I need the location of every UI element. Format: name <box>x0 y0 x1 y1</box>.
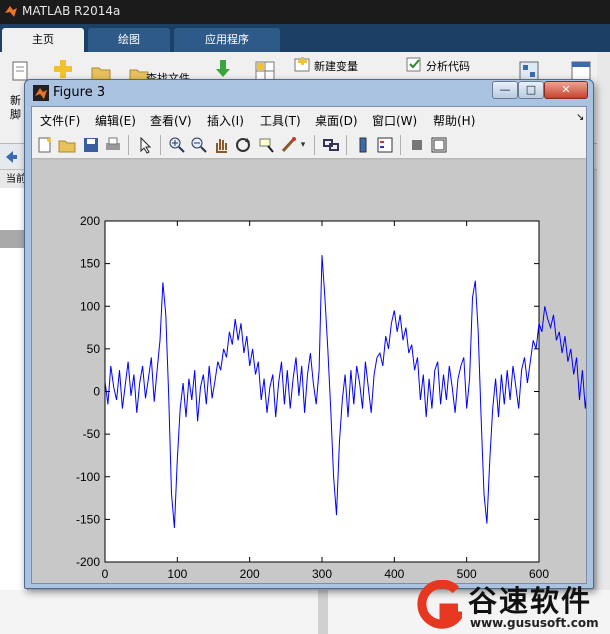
y-tick-label: -150 <box>76 512 100 526</box>
line-chart[interactable]: 0 100 200 300 400 500 600200150100500-50-100-1… <box>32 160 586 583</box>
save-icon[interactable] <box>82 136 100 154</box>
menu-file[interactable]: 文件(F) <box>40 112 80 129</box>
matlab-logo-icon <box>5 6 17 17</box>
matlab-titlebar: MATLAB R2014a <box>0 0 610 24</box>
y-tick-label: -50 <box>83 427 101 441</box>
x-tick-label: 0 <box>102 567 109 581</box>
toolbar-separator <box>160 135 161 155</box>
panel-divider[interactable] <box>318 590 328 634</box>
show-plot-tools-icon[interactable] <box>430 136 448 154</box>
brush-icon[interactable] <box>280 136 298 154</box>
y-tick-label: 150 <box>80 257 100 271</box>
x-tick-label: 400 <box>384 567 404 581</box>
figure-titlebar[interactable]: Figure 3 — □ ✕ <box>25 80 593 106</box>
ribbon-tabbar: 主页 绘图 应用程序 <box>0 24 610 52</box>
menu-help[interactable]: 帮助(H) <box>433 112 475 129</box>
back-arrow-icon[interactable] <box>4 150 18 164</box>
figure-title: Figure 3 <box>53 85 106 100</box>
rotate-3d-icon[interactable] <box>234 136 252 154</box>
y-tick-label: 100 <box>80 299 100 313</box>
tab-plots[interactable]: 绘图 <box>88 28 170 52</box>
figure-window: Figure 3 — □ ✕ 文件(F) 编辑(E) 查看(V) 插入(I) 工… <box>24 79 594 589</box>
x-tick-label: 300 <box>312 567 332 581</box>
figure-client-area: 文件(F) 编辑(E) 查看(V) 插入(I) 工具(T) 桌面(D) 窗口(W… <box>31 106 587 584</box>
gususoft-logo-icon <box>417 580 462 629</box>
new-variable-icon[interactable] <box>294 56 310 72</box>
menu-window[interactable]: 窗口(W) <box>372 112 417 129</box>
tab-home[interactable]: 主页 <box>2 28 84 52</box>
legend-icon[interactable] <box>376 136 394 154</box>
new-script-label-2: 脚 <box>10 108 21 121</box>
minimize-button[interactable]: — <box>492 81 518 99</box>
y-tick-label: -200 <box>76 555 100 569</box>
menu-view[interactable]: 查看(V) <box>150 112 192 129</box>
watermark: 谷速软件 www.gususoft.com <box>412 578 610 634</box>
analyze-code-icon[interactable] <box>406 56 422 72</box>
figure-toolbar: ▾ <box>32 131 586 159</box>
open-file-icon[interactable] <box>58 136 76 154</box>
app-title: MATLAB R2014a <box>22 4 121 18</box>
plot-area: 0 100 200 300 400 500 600 200 150 100 50 0 -50 -100 -1… <box>32 160 586 583</box>
y-tick-label: 50 <box>87 342 101 356</box>
y-tick-label: 0 <box>93 385 100 399</box>
y-tick-label: 200 <box>80 214 100 228</box>
new-figure-icon[interactable] <box>36 136 54 154</box>
watermark-url: www.gususoft.com <box>470 616 599 630</box>
workspace-panel-edge <box>597 52 610 634</box>
link-plot-icon[interactable] <box>322 136 340 154</box>
import-data-icon[interactable] <box>212 58 234 80</box>
menu-edit[interactable]: 编辑(E) <box>95 112 136 129</box>
data-cursor-icon[interactable] <box>258 136 276 154</box>
toolbar-separator <box>314 135 315 155</box>
toolbar-separator <box>400 135 401 155</box>
matlab-logo-icon <box>33 85 49 101</box>
close-button[interactable]: ✕ <box>544 81 588 99</box>
analyze-code-label[interactable]: 分析代码 <box>426 58 470 74</box>
watermark-name: 谷速软件 <box>468 584 593 618</box>
menu-tools[interactable]: 工具(T) <box>260 112 301 129</box>
menu-insert[interactable]: 插入(I) <box>207 112 244 129</box>
x-tick-label: 100 <box>167 567 187 581</box>
y-tick-label: -100 <box>76 470 100 484</box>
new-icon[interactable] <box>52 58 74 80</box>
current-folder-header: 当前 <box>0 170 27 188</box>
x-tick-label: 200 <box>240 567 260 581</box>
toolbar-separator <box>346 135 347 155</box>
colorbar-icon[interactable] <box>354 136 372 154</box>
tab-apps[interactable]: 应用程序 <box>174 28 280 52</box>
edit-plot-arrow-icon[interactable] <box>136 136 154 154</box>
pan-hand-icon[interactable] <box>212 136 230 154</box>
brush-dropdown-icon[interactable]: ▾ <box>298 136 308 154</box>
figure-menubar: 文件(F) 编辑(E) 查看(V) 插入(I) 工具(T) 桌面(D) 窗口(W… <box>32 107 586 131</box>
maximize-button[interactable]: □ <box>518 81 544 99</box>
zoom-out-icon[interactable] <box>190 136 208 154</box>
menu-desktop[interactable]: 桌面(D) <box>315 112 358 129</box>
menu-overflow-icon[interactable]: ↘ <box>576 112 584 123</box>
toolbar-separator <box>128 135 129 155</box>
new-variable-label[interactable]: 新建变量 <box>314 58 358 74</box>
zoom-in-icon[interactable] <box>168 136 186 154</box>
hide-plot-tools-icon[interactable] <box>408 136 426 154</box>
print-icon[interactable] <box>104 136 122 154</box>
